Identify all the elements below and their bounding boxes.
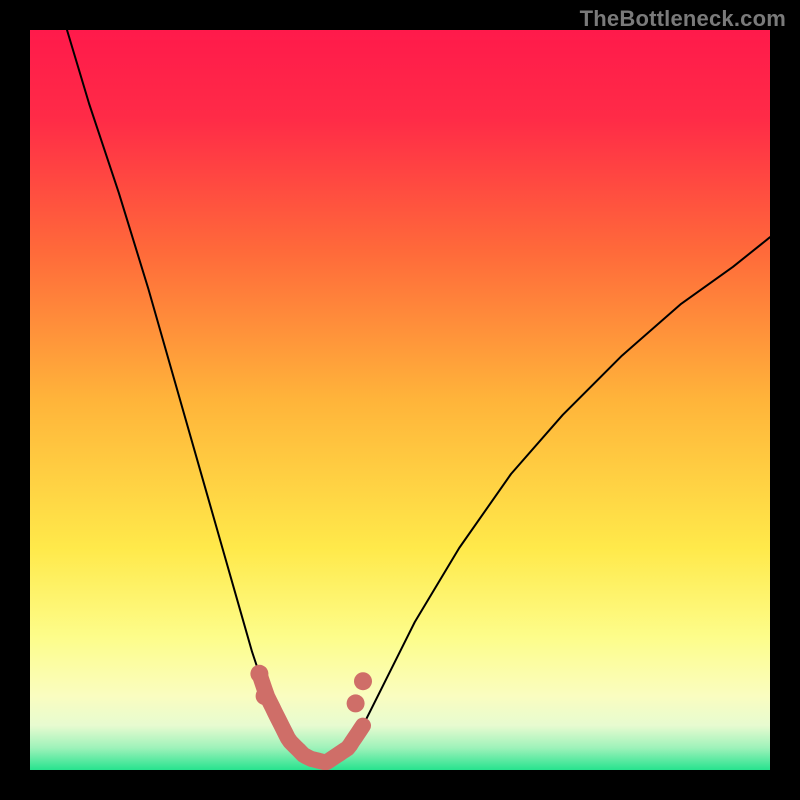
highlight-dot	[347, 694, 365, 712]
highlight-dot	[354, 672, 372, 690]
watermark-text: TheBottleneck.com	[580, 6, 786, 32]
highlight-dot	[250, 665, 268, 683]
chart-svg	[30, 30, 770, 770]
plot-area	[30, 30, 770, 770]
highlight-dot	[256, 687, 274, 705]
gradient-background	[30, 30, 770, 770]
chart-frame: TheBottleneck.com	[0, 0, 800, 800]
